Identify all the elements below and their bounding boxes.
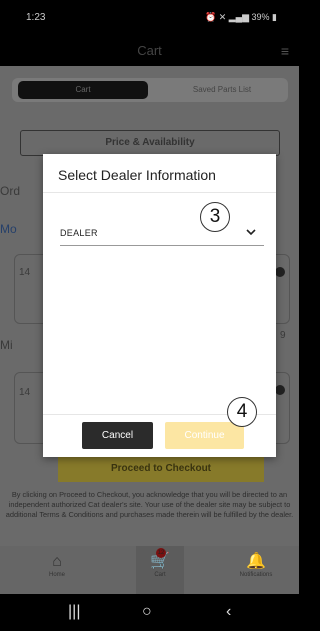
status-icons: ⏰ ✕ ▂▄▆ 39% ▮ bbox=[205, 12, 277, 23]
partial-label-order: Ord bbox=[0, 184, 21, 198]
dealer-select[interactable]: DEALER bbox=[60, 224, 264, 246]
checkout-disclaimer: By clicking on Proceed to Checkout, you … bbox=[5, 490, 294, 519]
dealer-select-label: DEALER bbox=[60, 228, 98, 238]
back-icon[interactable]: ‹ bbox=[226, 603, 231, 621]
app-header: Cart ≡ bbox=[0, 40, 299, 66]
system-nav-bar: ||| ○ ‹ bbox=[0, 594, 299, 631]
cart-tab-bar: Cart Saved Parts List bbox=[12, 78, 288, 102]
partial-label-mo: Mo bbox=[0, 222, 17, 236]
alarm-icon: ⏰ bbox=[204, 12, 217, 22]
cancel-button[interactable]: Cancel bbox=[82, 422, 153, 449]
signal-icon: ▂▄▆ bbox=[228, 12, 249, 22]
tab-cart[interactable]: Cart bbox=[18, 81, 148, 99]
status-time: 1:23 bbox=[26, 12, 46, 23]
dialog-divider bbox=[43, 192, 276, 193]
home-icon: ⌂ bbox=[52, 553, 62, 570]
page-title: Cart bbox=[137, 43, 162, 58]
status-bar: 1:23 ⏰ ✕ ▂▄▆ 39% ▮ bbox=[0, 0, 299, 40]
partial-label-mi: Mi bbox=[0, 338, 13, 352]
dialog-title: Select Dealer Information bbox=[58, 167, 216, 183]
recent-apps-icon[interactable]: ||| bbox=[68, 603, 80, 621]
continue-button[interactable]: Continue bbox=[165, 422, 244, 449]
nav-cart[interactable]: 12 🛒 Cart bbox=[136, 546, 184, 594]
remove-item-icon[interactable] bbox=[275, 267, 285, 277]
price-availability-button[interactable]: Price & Availability bbox=[20, 130, 280, 156]
home-button-icon[interactable]: ○ bbox=[142, 603, 152, 621]
nav-notifications[interactable]: 🔔 Notifications bbox=[228, 552, 284, 578]
nav-notifications-label: Notifications bbox=[239, 572, 273, 578]
step-callout-3: 3 bbox=[200, 202, 230, 232]
nav-cart-label: Cart bbox=[154, 572, 166, 578]
battery-percent: 39% bbox=[251, 12, 270, 22]
battery-icon: ▮ bbox=[272, 12, 277, 22]
partial-value: 9 bbox=[280, 330, 286, 341]
proceed-to-checkout-button[interactable]: Proceed to Checkout bbox=[58, 456, 264, 482]
partial-part-number: 14 bbox=[19, 387, 31, 398]
remove-item-icon[interactable] bbox=[275, 385, 285, 395]
tab-saved-parts-list[interactable]: Saved Parts List bbox=[162, 81, 282, 99]
hamburger-menu-icon[interactable]: ≡ bbox=[281, 43, 289, 59]
cart-count-badge: 12 bbox=[156, 548, 166, 558]
bottom-nav: ⌂ Home 12 🛒 Cart 🔔 Notifications bbox=[0, 546, 299, 594]
nav-home-label: Home bbox=[48, 572, 65, 578]
nav-home[interactable]: ⌂ Home bbox=[42, 552, 72, 578]
step-callout-4: 4 bbox=[227, 397, 257, 427]
chevron-down-icon bbox=[246, 229, 256, 236]
bell-icon: 🔔 bbox=[246, 553, 266, 570]
partial-part-number: 14 bbox=[19, 267, 31, 278]
mute-icon: ✕ bbox=[218, 12, 227, 22]
